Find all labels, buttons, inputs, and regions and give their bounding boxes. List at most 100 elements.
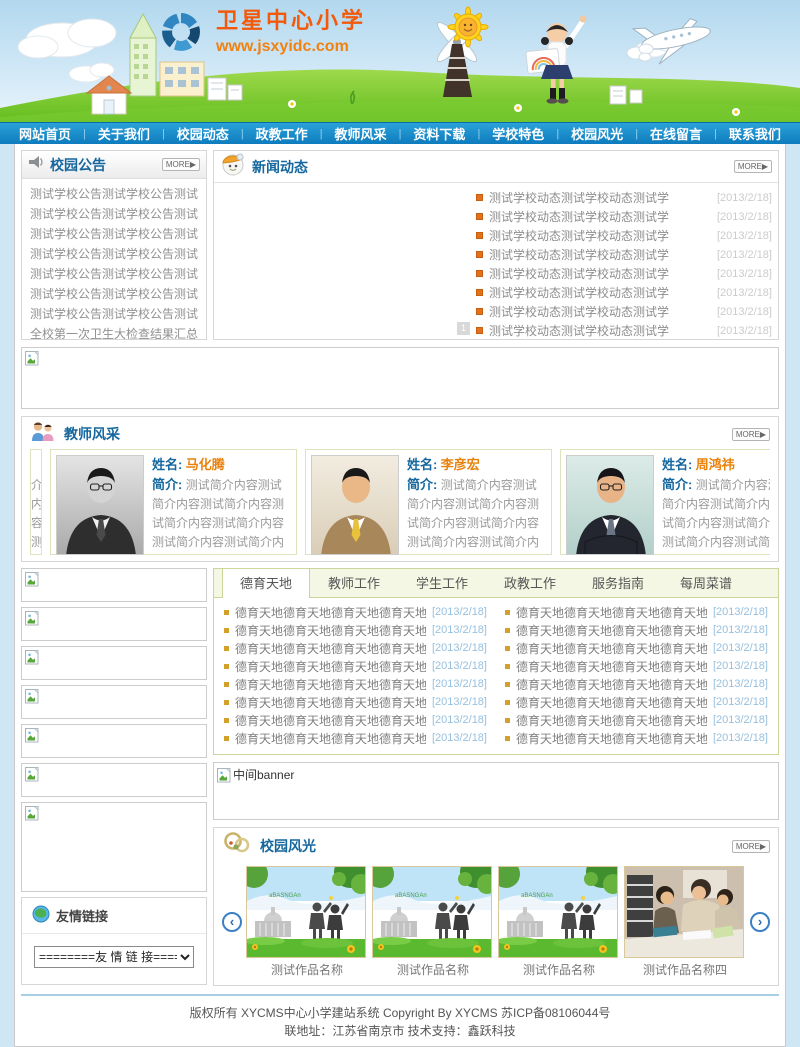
news-item-link[interactable]: 测试学校动态测试学校动态测试学 [489,284,709,301]
nav-item-5[interactable]: 资料下载 [401,124,477,143]
sidebar-image-link[interactable] [21,724,207,758]
teachers-scroller[interactable]: 介内容测试简 姓名: 马化腾简介: 测试简介内容测试简介内容测试简介内容测试简介… [30,449,770,555]
bullet-icon [224,628,229,633]
news-slideshow[interactable]: 1 [214,183,476,338]
tab-list-item-link[interactable]: 德育天地德育天地德育天地德育天地 [516,694,707,711]
teachers-header: 教师风采 MORE▶ [30,421,770,447]
teacher-photo [56,455,144,555]
gallery-next-button[interactable]: › [750,912,770,932]
announcement-item[interactable]: 测试学校公告测试学校公告测试学校公告 [30,184,198,204]
tab-list-item-link[interactable]: 德育天地德育天地德育天地德育天地 [235,658,426,675]
news-title: 新闻动态 [252,157,308,177]
tab-4[interactable]: 服务指南 [574,569,662,597]
friend-links-select[interactable]: ========友 情 链 接======= [34,946,194,968]
svg-text:aBASNGAn: aBASNGAn [269,893,301,899]
tab-list-item-link[interactable]: 德育天地德育天地德育天地德育天地 [516,640,707,657]
news-item-link[interactable]: 测试学校动态测试学校动态测试学 [489,189,709,206]
tab-0[interactable]: 德育天地 [222,569,310,598]
tab-list-item-link[interactable]: 德育天地德育天地德育天地德育天地 [516,676,707,693]
news-item-date: [2013/2/18] [717,230,772,242]
teacher-card[interactable]: 姓名: 周鸿祎简介: 测试简介内容测试简介内容测试简介内容测试简介内容测试简介内… [560,449,770,555]
friend-links-title: 友情链接 [56,906,108,925]
nav-item-6[interactable]: 学校特色 [480,124,556,143]
tab-list-item-link[interactable]: 德育天地德育天地德育天地德育天地 [235,730,426,747]
tab-3[interactable]: 政教工作 [486,569,574,597]
tab-2[interactable]: 学生工作 [398,569,486,597]
news-more-button[interactable]: MORE▶ [734,160,772,173]
nav-item-3[interactable]: 政教工作 [244,124,320,143]
gallery-image: aBASNGAn [372,866,492,958]
footer: 版权所有 XYCMS中心小学建站系统 Copyright By XYCMS 苏I… [21,994,779,1046]
news-header: 新闻动态 MORE▶ [214,151,778,183]
announcement-item[interactable]: 测试学校公告测试学校公告测试学校公告 [30,284,198,304]
sidebar: 友情链接 ========友 情 链 接======= [21,568,207,985]
gallery-prev-button[interactable]: ‹ [222,912,242,932]
nav-item-0[interactable]: 网站首页 [7,124,83,143]
tab-5[interactable]: 每周菜谱 [662,569,750,597]
nav-item-9[interactable]: 联系我们 [717,124,793,143]
news-item-link[interactable]: 测试学校动态测试学校动态测试学 [489,208,709,225]
gallery-item[interactable]: aBASNGAn测试作品名称 [498,866,620,977]
nav-item-2[interactable]: 校园动态 [165,124,241,143]
news-item-date: [2013/2/18] [717,192,772,204]
tab-list-item-link[interactable]: 德育天地德育天地德育天地德育天地 [235,694,426,711]
tab-list-item-link[interactable]: 德育天地德育天地德育天地德育天地 [516,658,707,675]
middle-banner-alt-text: 中间banner [233,768,294,782]
announcements-header: 校园公告 MORE▶ [22,151,206,179]
sidebar-image-link[interactable] [21,607,207,641]
tab-1[interactable]: 教师工作 [310,569,398,597]
news-row: 测试学校动态测试学校动态测试学[2013/2/18] [476,264,772,283]
sidebar-image-link[interactable] [21,802,207,892]
tab-list-row: 德育天地德育天地德育天地德育天地[2013/2/18] [505,693,768,711]
announcement-item[interactable]: 全校第一次卫生大检查结果汇总 [30,324,198,344]
sidebar-image-link[interactable] [21,568,207,602]
middle-banner[interactable]: 中间banner [213,762,779,820]
news-item-link[interactable]: 测试学校动态测试学校动态测试学 [489,322,709,339]
tab-list-row: 德育天地德育天地德育天地德育天地[2013/2/18] [505,639,768,657]
tab-list-item-link[interactable]: 德育天地德育天地德育天地德育天地 [516,622,707,639]
gallery-more-button[interactable]: MORE▶ [732,840,770,853]
news-list: 测试学校动态测试学校动态测试学[2013/2/18]测试学校动态测试学校动态测试… [476,183,778,338]
nav-item-1[interactable]: 关于我们 [86,124,162,143]
teacher-card[interactable]: 姓名: 马化腾简介: 测试简介内容测试简介内容测试简介内容测试简介内容测试简介内… [50,449,297,555]
tab-list-item-link[interactable]: 德育天地德育天地德育天地德育天地 [235,712,426,729]
news-item-link[interactable]: 测试学校动态测试学校动态测试学 [489,265,709,282]
teacher-intro-label: 简介: [152,477,182,492]
nav-item-7[interactable]: 校园风光 [559,124,635,143]
gallery-item[interactable]: aBASNGAn测试作品名称 [246,866,368,977]
tab-list-item-link[interactable]: 德育天地德育天地德育天地德育天地 [235,622,426,639]
slideshow-page-button[interactable]: 1 [457,322,470,335]
announcement-item[interactable]: 测试学校公告测试学校公告测试学校公告 [30,304,198,324]
news-item-link[interactable]: 测试学校动态测试学校动态测试学 [489,227,709,244]
site-logo[interactable]: 卫星中心小学 www.jsxyidc.com [158,8,366,56]
sidebar-image-link[interactable] [21,646,207,680]
tab-list-item-link[interactable]: 德育天地德育天地德育天地德育天地 [516,730,707,747]
gallery-item[interactable]: aBASNGAn测试作品名称 [372,866,494,977]
nav-item-8[interactable]: 在线留言 [638,124,714,143]
announcement-item[interactable]: 测试学校公告测试学校公告测试学校公告 [30,204,198,224]
gallery-item[interactable]: 测试作品名称四 [624,866,746,977]
sidebar-image-link[interactable] [21,685,207,719]
announcement-item[interactable]: 测试学校公告测试学校公告测试学校公告 [30,264,198,284]
tab-list-item-link[interactable]: 德育天地德育天地德育天地德育天地 [235,640,426,657]
news-item-link[interactable]: 测试学校动态测试学校动态测试学 [489,303,709,320]
teacher-card[interactable]: 姓名: 李彦宏简介: 测试简介内容测试简介内容测试简介内容测试简介内容测试简介内… [305,449,552,555]
sidebar-image-link[interactable] [21,763,207,797]
teachers-more-button[interactable]: MORE▶ [732,428,770,441]
announcement-item[interactable]: 测试学校公告测试学校公告测试学校公告 [30,244,198,264]
announcements-more-button[interactable]: MORE▶ [162,158,200,171]
nav-item-4[interactable]: 教师风采 [323,124,399,143]
announcement-item[interactable]: 测试学校公告测试学校公告测试学校公告 [30,224,198,244]
news-row: 测试学校动态测试学校动态测试学[2013/2/18] [476,245,772,264]
news-item-link[interactable]: 测试学校动态测试学校动态测试学 [489,246,709,263]
gallery-image [624,866,744,958]
tab-list-item-link[interactable]: 德育天地德育天地德育天地德育天地 [516,604,707,621]
tab-list-item-link[interactable]: 德育天地德育天地德育天地德育天地 [235,676,426,693]
broken-image-icon [25,650,40,665]
bullet-icon [476,213,483,220]
top-banner[interactable] [21,347,779,409]
tab-list-item-date: [2013/2/18] [713,624,768,636]
gallery-image: aBASNGAn [498,866,618,958]
tab-list-item-link[interactable]: 德育天地德育天地德育天地德育天地 [235,604,426,621]
tab-list-item-link[interactable]: 德育天地德育天地德育天地德育天地 [516,712,707,729]
